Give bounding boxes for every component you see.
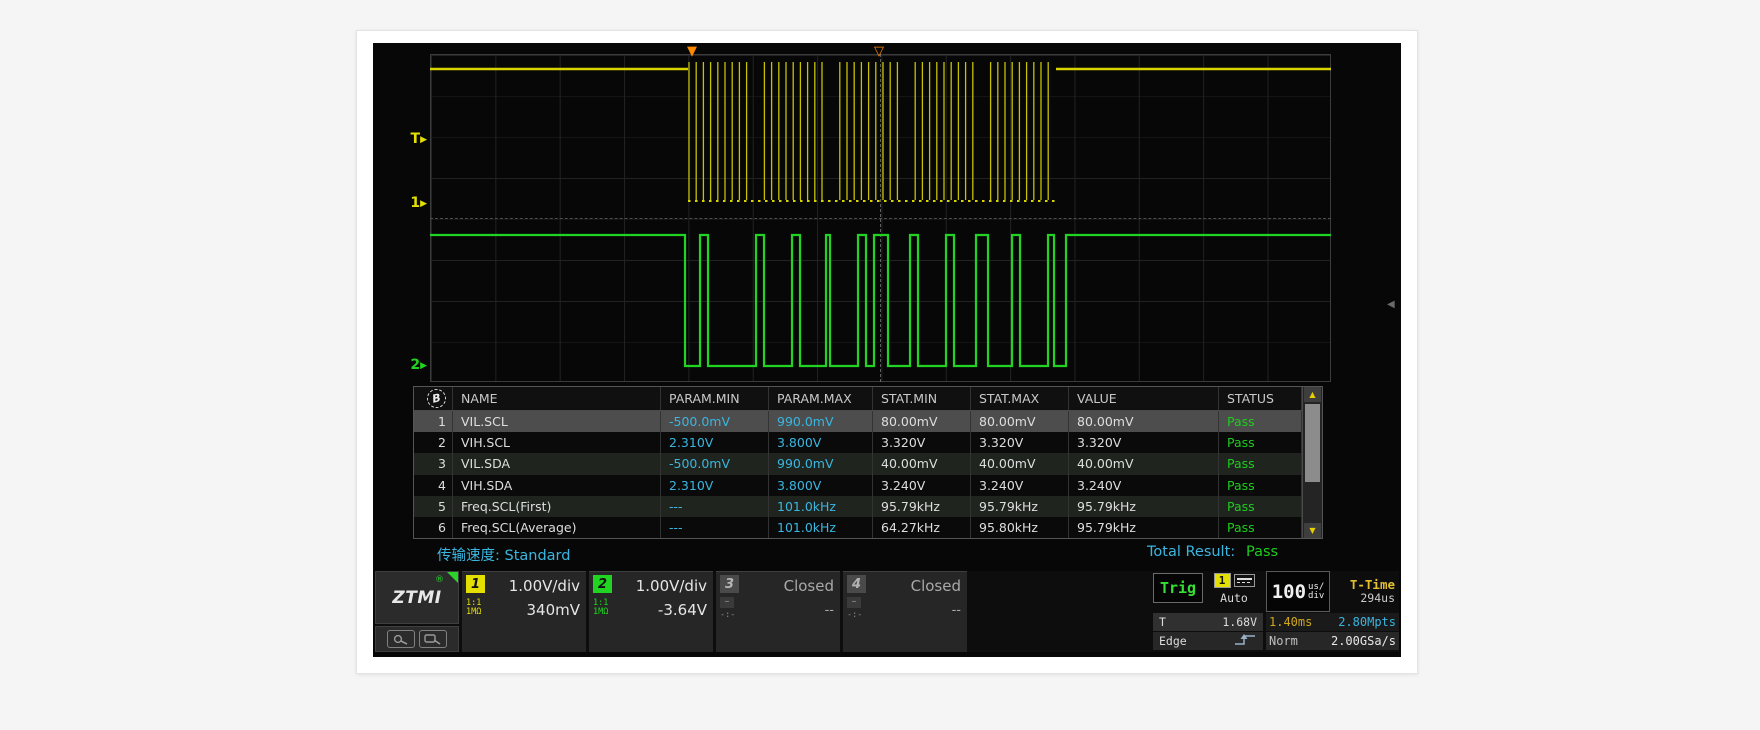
trigger-coupling-icon <box>1234 574 1255 587</box>
touch-icon[interactable] <box>387 630 415 648</box>
bus-icon[interactable]: B <box>425 387 448 410</box>
table-scrollbar[interactable]: ▲ ▼ <box>1302 387 1322 538</box>
menu-collapse-handle[interactable]: ◀ <box>1387 299 1395 310</box>
ch1-probe: 1:11MΩ <box>466 599 481 617</box>
ch3-state: Closed <box>784 575 834 597</box>
ch1-badge: 1 <box>466 575 485 593</box>
channel3-tile[interactable]: 3 – -:- Closed -- <box>716 571 840 652</box>
channel4-tile[interactable]: 4 – -:- Closed -- <box>843 571 967 652</box>
trigger-event-marker-icon[interactable]: ▼ <box>687 45 697 58</box>
gesture-icon-group <box>375 626 459 652</box>
ch3-probe: -:- <box>720 611 735 620</box>
time-window: 1.40ms <box>1269 615 1312 629</box>
scroll-up-icon[interactable]: ▲ <box>1304 387 1321 402</box>
total-result-label: Total Result: <box>1147 544 1235 560</box>
ch3-coupling-icon: – <box>720 597 734 608</box>
col-stat-min: STAT.MIN <box>873 387 971 410</box>
ch4-state: Closed <box>911 575 961 597</box>
ch2-ground-marker[interactable]: 2▶ <box>387 357 427 374</box>
ch4-probe: -:- <box>847 611 862 620</box>
drag-icon[interactable] <box>419 630 447 648</box>
total-result-value: Pass <box>1246 544 1278 560</box>
brand-text: ZTMI <box>392 588 441 608</box>
table-row[interactable]: 3VIL.SDA -500.0mV990.0mV 40.00mV40.00mV … <box>414 453 1322 474</box>
ch3-offset: -- <box>825 603 834 618</box>
trigger-mode: Auto <box>1220 591 1248 605</box>
col-name: NAME <box>453 387 661 410</box>
table-row[interactable]: 2VIH.SCL 2.310V3.800V 3.320V3.320V 3.320… <box>414 432 1322 453</box>
scroll-down-icon[interactable]: ▼ <box>1304 523 1321 538</box>
sample-rate: 2.00GSa/s <box>1331 634 1396 648</box>
corner-flag <box>447 572 458 583</box>
rising-edge-icon <box>1233 633 1257 649</box>
registered-mark: ® <box>435 575 444 585</box>
acquisition-row: Norm 2.00GSa/s <box>1266 632 1399 650</box>
memory-depth: 2.80Mpts <box>1338 615 1396 629</box>
ch4-badge: 4 <box>847 575 866 593</box>
ch2-scale: 1.00V/div <box>636 575 707 597</box>
screenshot-card: T▶ 1▶ 2▶ ▼ ▽ B NAME PARAM.MIN PARAM.MAX … <box>356 30 1418 674</box>
ch1-offset: 340mV <box>526 599 580 621</box>
trigger-position-marker-icon[interactable]: ▽ <box>874 45 884 58</box>
col-param-max: PARAM.MAX <box>769 387 873 410</box>
col-param-min: PARAM.MIN <box>661 387 769 410</box>
trigger-timebase-panel: Trig 1 Auto T 1.68V <box>1153 571 1399 652</box>
table-row[interactable]: 4VIH.SDA 2.310V3.800V 3.240V3.240V 3.240… <box>414 475 1322 496</box>
ch1-scale: 1.00V/div <box>509 575 580 597</box>
ch4-coupling-icon: – <box>847 597 861 608</box>
transfer-speed[interactable]: 传输速度: Standard <box>437 544 570 565</box>
table-row[interactable]: 1VIL.SCL -500.0mV990.0mV 80.00mV80.00mV … <box>414 411 1322 432</box>
waveform-display[interactable]: T▶ 1▶ 2▶ ▼ ▽ <box>373 43 1401 386</box>
trigger-type-row[interactable]: Edge <box>1153 632 1263 650</box>
trigger-level-row[interactable]: T 1.68V <box>1153 613 1263 631</box>
table-header-row: B NAME PARAM.MIN PARAM.MAX STAT.MIN STAT… <box>414 387 1322 411</box>
ch3-badge: 3 <box>720 575 739 593</box>
measurement-table: B NAME PARAM.MIN PARAM.MAX STAT.MIN STAT… <box>413 386 1323 539</box>
table-row[interactable]: 5Freq.SCL(First) ---101.0kHz 95.79kHz95.… <box>414 496 1322 517</box>
channel2-tile[interactable]: 2 1:11MΩ 1.00V/div -3.64V <box>589 571 713 652</box>
desktop-background: T▶ 1▶ 2▶ ▼ ▽ B NAME PARAM.MIN PARAM.MAX … <box>0 0 1760 730</box>
oscilloscope-screen: T▶ 1▶ 2▶ ▼ ▽ B NAME PARAM.MIN PARAM.MAX … <box>373 43 1401 657</box>
trigger-level-marker[interactable]: T▶ <box>387 131 427 148</box>
col-stat-max: STAT.MAX <box>971 387 1069 410</box>
acq-mode: Norm <box>1269 634 1298 648</box>
status-bar-spacer <box>970 571 1150 652</box>
trigger-source-group[interactable]: 1 Auto <box>1205 571 1263 612</box>
record-row: 1.40ms 2.80Mpts <box>1266 613 1399 631</box>
t-time-readout: T-Time 294us <box>1332 571 1399 612</box>
ch4-offset: -- <box>952 603 961 618</box>
channel1-tile[interactable]: 1 1:11MΩ 1.00V/div 340mV <box>462 571 586 652</box>
col-status: STATUS <box>1219 387 1302 410</box>
ch2-offset: -3.64V <box>658 599 707 621</box>
ch1-ground-marker[interactable]: 1▶ <box>387 195 427 212</box>
timebase-button[interactable]: 100 us/div <box>1266 571 1330 612</box>
table-row[interactable]: 6Freq.SCL(Average) ---101.0kHz 64.27kHz9… <box>414 517 1322 538</box>
summary-row: 传输速度: Standard Total Result: Pass <box>373 542 1401 568</box>
ch2-probe: 1:11MΩ <box>593 599 608 617</box>
trigger-source-badge: 1 <box>1214 573 1231 588</box>
bus-icon-cell: B <box>414 387 453 410</box>
brand-tile: ZTMI ® <box>375 571 459 652</box>
brand-logo: ZTMI ® <box>375 571 459 624</box>
status-bar: ZTMI ® 1 <box>375 571 1399 652</box>
trigger-button[interactable]: Trig <box>1153 573 1203 603</box>
scrollbar-thumb[interactable] <box>1305 404 1320 482</box>
col-value: VALUE <box>1069 387 1219 410</box>
waveform-traces <box>430 54 1331 382</box>
ch2-badge: 2 <box>593 575 612 593</box>
